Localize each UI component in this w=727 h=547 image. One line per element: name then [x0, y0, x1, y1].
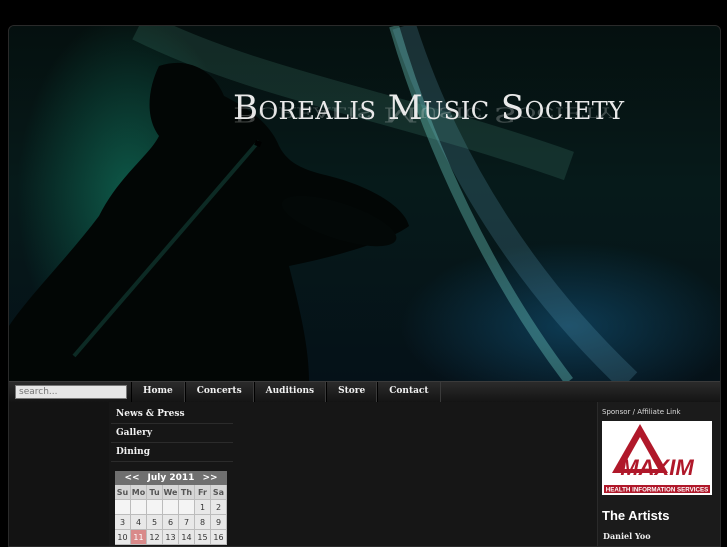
nav-store[interactable]: Store — [326, 382, 378, 402]
calendar-day[interactable]: 8 — [195, 515, 211, 530]
calendar-day[interactable]: 9 — [211, 515, 227, 530]
calendar-day[interactable]: 2 — [211, 500, 227, 515]
calendar-day[interactable]: 13 — [163, 530, 179, 545]
main-nav: Home Concerts Auditions Store Contact — [9, 381, 720, 403]
maxim-logo-image: MAXIM HEALTH INFORMATION SERVICES — [602, 421, 712, 495]
calendar-weekday: Tu — [147, 485, 163, 500]
sponsor-label: Sponsor / Affiliate Link — [602, 408, 681, 416]
calendar-day[interactable]: 7 — [179, 515, 195, 530]
calendar-day[interactable]: 14 — [179, 530, 195, 545]
calendar-day[interactable]: 4 — [131, 515, 147, 530]
content-area: News & Press Gallery Dining << July 2011 >… — [9, 402, 720, 546]
sponsor-logo-link[interactable]: MAXIM HEALTH INFORMATION SERVICES — [602, 421, 712, 495]
search-input[interactable] — [15, 385, 127, 399]
violinist-silhouette-image — [9, 26, 638, 381]
sponsor-logo-text: MAXIM — [620, 455, 694, 480]
calendar-weekday: We — [163, 485, 179, 500]
calendar-weekday: Mo — [131, 485, 147, 500]
calendar-day[interactable]: 12 — [147, 530, 163, 545]
calendar-prev-button[interactable]: << — [124, 473, 139, 483]
calendar-day[interactable]: 1 — [195, 500, 211, 515]
sidebar-item-dining[interactable]: Dining — [111, 443, 233, 462]
nav-home[interactable]: Home — [131, 382, 185, 402]
nav-contact[interactable]: Contact — [377, 382, 441, 402]
calendar-weekday: Su — [115, 485, 131, 500]
calendar-day-empty — [147, 500, 163, 515]
right-sidebar: Sponsor / Affiliate Link MAXIM HEALTH IN… — [597, 402, 720, 546]
page-frame: Borealis Music Society Borealis Music So… — [8, 25, 721, 547]
calendar-day-empty — [163, 500, 179, 515]
sponsor-logo-tagline: HEALTH INFORMATION SERVICES — [606, 487, 708, 494]
calendar-day-empty — [179, 500, 195, 515]
calendar-next-button[interactable]: >> — [202, 473, 217, 483]
calendar-day[interactable]: 5 — [147, 515, 163, 530]
sidebar-item-gallery[interactable]: Gallery — [111, 424, 233, 443]
calendar-day-today[interactable]: 11 — [131, 530, 147, 545]
artist-link[interactable]: Daniel Yoo — [603, 531, 651, 541]
calendar-grid: Su Mo Tu We Th Fr Sa 1 2 3 4 5 6 7 8 9 1… — [115, 485, 227, 545]
calendar-day[interactable]: 10 — [115, 530, 131, 545]
calendar-weekday: Th — [179, 485, 195, 500]
calendar-weekday: Fr — [195, 485, 211, 500]
calendar-header: << July 2011 >> — [115, 471, 227, 485]
nav-auditions[interactable]: Auditions — [253, 382, 327, 402]
calendar-day[interactable]: 16 — [211, 530, 227, 545]
nav-concerts[interactable]: Concerts — [184, 382, 254, 402]
calendar-day[interactable]: 15 — [195, 530, 211, 545]
calendar-day-empty — [115, 500, 131, 515]
sidebar-menu: News & Press Gallery Dining — [111, 405, 233, 462]
calendar-day[interactable]: 6 — [163, 515, 179, 530]
calendar-day[interactable]: 3 — [115, 515, 131, 530]
calendar-month-label: July 2011 — [147, 473, 195, 483]
header-banner: Borealis Music Society Borealis Music So… — [9, 26, 720, 381]
calendar-day-empty — [131, 500, 147, 515]
artists-heading: The Artists — [602, 508, 670, 523]
site-title-reflection: Borealis Music Society — [233, 102, 614, 126]
left-column — [9, 402, 109, 546]
calendar-weekday: Sa — [211, 485, 227, 500]
sidebar-item-news-press[interactable]: News & Press — [111, 405, 233, 424]
nav-menu: Home Concerts Auditions Store Contact — [131, 382, 441, 402]
